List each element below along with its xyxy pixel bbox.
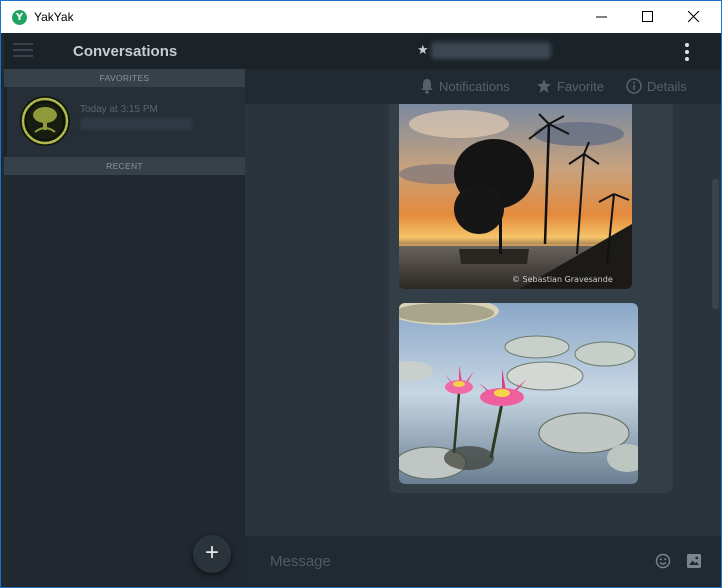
- image-icon: [687, 554, 701, 568]
- emoji-button[interactable]: [655, 553, 671, 574]
- message-input[interactable]: [245, 536, 625, 587]
- add-conversation-button[interactable]: +: [193, 535, 231, 573]
- water-lilies-image-icon: [399, 303, 638, 484]
- message-bubble: © Sebastian Gravesande: [389, 104, 673, 493]
- favorite-label: Favorite: [557, 79, 604, 94]
- bell-icon: [421, 79, 433, 94]
- conversation-preview-blurred: [80, 118, 193, 130]
- close-button[interactable]: [671, 1, 717, 33]
- recent-section-header: RECENT: [4, 157, 245, 175]
- app-window: Y YakYak Conversations FAVORITES Today a…: [0, 0, 722, 588]
- maximize-icon: [642, 11, 653, 22]
- sidebar-header: Conversations: [4, 33, 245, 69]
- info-icon: [626, 78, 642, 94]
- conversation-header: ★: [245, 33, 721, 69]
- notifications-label: Notifications: [439, 79, 510, 94]
- details-label: Details: [647, 79, 687, 94]
- yakyak-logo-icon: Y: [12, 10, 27, 25]
- message-list: © Sebastian Gravesande: [245, 104, 721, 536]
- water-lilies-photo[interactable]: [399, 303, 638, 484]
- notifications-button[interactable]: Notifications: [420, 78, 510, 94]
- photo-watermark: © Sebastian Gravesande: [512, 275, 613, 284]
- sidebar-title: Conversations: [73, 43, 178, 60]
- hamburger-menu-icon[interactable]: [13, 43, 33, 59]
- conversation-item[interactable]: Today at 3:15 PM: [4, 87, 245, 157]
- star-icon: [537, 79, 551, 93]
- title-bar: Y YakYak: [1, 1, 721, 33]
- details-button[interactable]: Details: [626, 78, 687, 94]
- favorite-star-icon: ★: [417, 42, 429, 57]
- maximize-button[interactable]: [625, 1, 671, 33]
- conversation-time: Today at 3:15 PM: [80, 104, 158, 115]
- tree-of-life-avatar-icon: [20, 96, 70, 146]
- conversation-toolbar: Notifications Favorite Details: [245, 69, 721, 104]
- more-options-icon[interactable]: [685, 43, 689, 61]
- favorite-button[interactable]: Favorite: [536, 78, 604, 94]
- emoji-icon: [655, 553, 671, 569]
- message-scrollbar[interactable]: [712, 179, 719, 309]
- sunset-beach-photo[interactable]: © Sebastian Gravesande: [399, 104, 632, 289]
- close-icon: [688, 11, 700, 23]
- sunset-beach-image-icon: © Sebastian Gravesande: [399, 104, 632, 289]
- attach-image-button[interactable]: [686, 553, 702, 574]
- minimize-button[interactable]: [579, 1, 625, 33]
- avatar: [20, 96, 70, 146]
- selected-indicator: [4, 87, 7, 157]
- message-composer: [245, 536, 721, 587]
- window-title: YakYak: [34, 10, 74, 24]
- conversation-panel: ★ Notifications Favorite Details © Sebas…: [245, 33, 721, 587]
- minimize-icon: [596, 16, 607, 18]
- contact-name-blurred: [431, 42, 551, 59]
- favorites-section-header: FAVORITES: [4, 69, 245, 87]
- conversations-sidebar: Conversations FAVORITES Today at 3:15 PM…: [4, 33, 245, 587]
